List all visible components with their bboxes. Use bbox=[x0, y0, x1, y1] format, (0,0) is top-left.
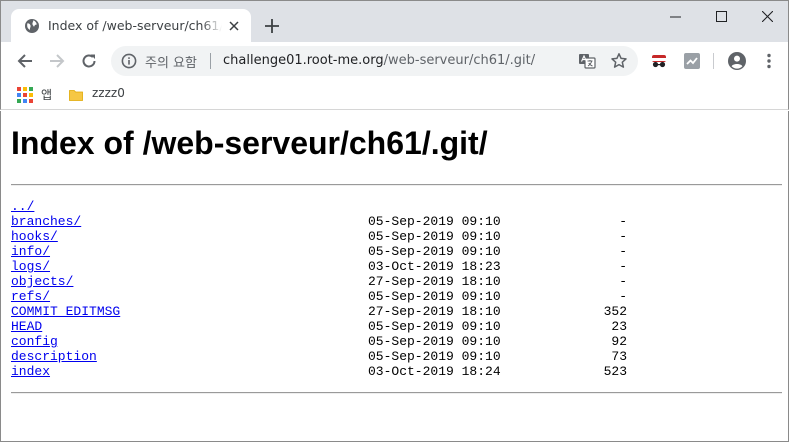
new-tab-button[interactable] bbox=[261, 15, 283, 37]
entry-link[interactable]: HEAD bbox=[11, 319, 42, 334]
entry-link[interactable]: index bbox=[11, 364, 50, 379]
entry-link[interactable]: branches/ bbox=[11, 214, 81, 229]
folder-icon bbox=[69, 87, 83, 101]
listing-row: objects/27-Sep-2019 18:10 - bbox=[11, 274, 782, 289]
entry-size: - bbox=[619, 229, 627, 244]
maximize-window-button[interactable] bbox=[698, 1, 744, 31]
entry-size: - bbox=[619, 289, 627, 304]
entry-modified-date: 05-Sep-2019 09:10 bbox=[368, 214, 501, 229]
entry-size: 523 bbox=[603, 364, 627, 379]
analytics-extension-icon[interactable] bbox=[682, 51, 702, 71]
directory-listing: ../ branches/05-Sep-2019 09:10- hooks/05-… bbox=[11, 199, 782, 379]
address-bar[interactable]: 주의 요함 challenge01.root-me.org/web-serveu… bbox=[111, 46, 638, 76]
listing-row: info/05-Sep-2019 09:10 - bbox=[11, 244, 782, 259]
back-button[interactable] bbox=[13, 49, 37, 73]
incognito-extension-icon[interactable] bbox=[649, 51, 669, 71]
listing-row: branches/05-Sep-2019 09:10 - bbox=[11, 214, 782, 229]
bookmark-folder-zzzz0[interactable]: zzzz0 bbox=[92, 86, 125, 100]
entry-modified-date: 05-Sep-2019 09:10 bbox=[368, 289, 501, 304]
entry-modified-date: 27-Sep-2019 18:10 bbox=[368, 274, 501, 289]
top-divider bbox=[11, 184, 782, 186]
entry-size: 23 bbox=[611, 319, 627, 334]
url-path: /web-serveur/ch61/.git/ bbox=[383, 53, 536, 68]
entry-modified-date: 03-Oct-2019 18:23 bbox=[368, 259, 501, 274]
close-tab-icon[interactable] bbox=[226, 18, 242, 34]
tab-strip: Index of /web-serveur/ch61/.git/ bbox=[0, 0, 789, 43]
entry-link[interactable]: info/ bbox=[11, 244, 50, 259]
tab-title: Index of /web-serveur/ch61/.git/ bbox=[48, 18, 222, 33]
entry-link[interactable]: description bbox=[11, 349, 97, 364]
info-icon[interactable] bbox=[121, 53, 137, 69]
parent-directory-row: ../ bbox=[11, 199, 782, 214]
active-tab[interactable]: Index of /web-serveur/ch61/.git/ bbox=[11, 9, 251, 43]
page-content: Index of /web-serveur/ch61/.git/ ../ bra… bbox=[0, 111, 789, 442]
omnibox-divider bbox=[210, 53, 211, 69]
entry-size: - bbox=[619, 274, 627, 289]
entry-link[interactable]: logs/ bbox=[11, 259, 50, 274]
url-host: challenge01.root-me.org bbox=[223, 53, 384, 68]
entry-size: - bbox=[619, 244, 627, 259]
entry-size: 92 bbox=[611, 334, 627, 349]
entry-size: 352 bbox=[603, 304, 627, 319]
security-status[interactable]: 주의 요함 bbox=[145, 52, 197, 71]
listing-row: logs/03-Oct-2019 18:23 - bbox=[11, 259, 782, 274]
close-window-button[interactable] bbox=[744, 1, 789, 31]
entry-link[interactable]: config bbox=[11, 334, 58, 349]
entry-modified-date: 05-Sep-2019 09:10 bbox=[368, 319, 501, 334]
bottom-divider bbox=[11, 392, 782, 394]
entry-modified-date: 05-Sep-2019 09:10 bbox=[368, 349, 501, 364]
url-text[interactable]: challenge01.root-me.org/web-serveur/ch61… bbox=[223, 53, 535, 68]
minimize-window-button[interactable] bbox=[652, 1, 698, 31]
profile-avatar-icon[interactable] bbox=[727, 51, 747, 71]
toolbar-divider bbox=[713, 53, 714, 69]
bookmark-star-icon[interactable] bbox=[610, 52, 628, 70]
page-title: Index of /web-serveur/ch61/.git/ bbox=[11, 125, 488, 161]
apps-bookmark[interactable]: 앱 bbox=[41, 86, 52, 103]
menu-kebab-icon[interactable] bbox=[759, 51, 779, 71]
entry-modified-date: 05-Sep-2019 09:10 bbox=[368, 334, 501, 349]
globe-icon bbox=[24, 18, 40, 34]
forward-button[interactable] bbox=[45, 49, 69, 73]
entry-modified-date: 05-Sep-2019 09:10 bbox=[368, 229, 501, 244]
entry-link[interactable]: objects/ bbox=[11, 274, 73, 289]
entry-modified-date: 27-Sep-2019 18:10 bbox=[368, 304, 501, 319]
entry-size: - bbox=[619, 259, 627, 274]
parent-directory-link[interactable]: ../ bbox=[11, 199, 34, 214]
entry-modified-date: 05-Sep-2019 09:10 bbox=[368, 244, 501, 259]
bookmarks-bar: 앱 zzzz0 bbox=[0, 80, 789, 110]
listing-row: description 05-Sep-2019 09:10 73 bbox=[11, 349, 782, 364]
listing-row: hooks/05-Sep-2019 09:10 - bbox=[11, 229, 782, 244]
listing-row: COMMIT_EDITMSG 27-Sep-2019 18:10 352 bbox=[11, 304, 782, 319]
reload-button[interactable] bbox=[77, 49, 101, 73]
listing-row: HEAD 05-Sep-2019 09:10 23 bbox=[11, 319, 782, 334]
entry-link[interactable]: hooks/ bbox=[11, 229, 58, 244]
entry-link[interactable]: COMMIT_EDITMSG bbox=[11, 304, 120, 319]
entry-link[interactable]: refs/ bbox=[11, 289, 50, 304]
listing-row: config 05-Sep-2019 09:10 92 bbox=[11, 334, 782, 349]
listing-row: refs/05-Sep-2019 09:10 - bbox=[11, 289, 782, 304]
apps-grid-icon[interactable] bbox=[17, 87, 33, 103]
browser-toolbar: 주의 요함 challenge01.root-me.org/web-serveu… bbox=[0, 42, 789, 80]
translate-icon[interactable] bbox=[578, 52, 596, 70]
entry-size: 73 bbox=[611, 349, 627, 364]
entry-size: - bbox=[619, 214, 627, 229]
listing-row: index 03-Oct-2019 18:24 523 bbox=[11, 364, 782, 379]
entry-modified-date: 03-Oct-2019 18:24 bbox=[368, 364, 501, 379]
